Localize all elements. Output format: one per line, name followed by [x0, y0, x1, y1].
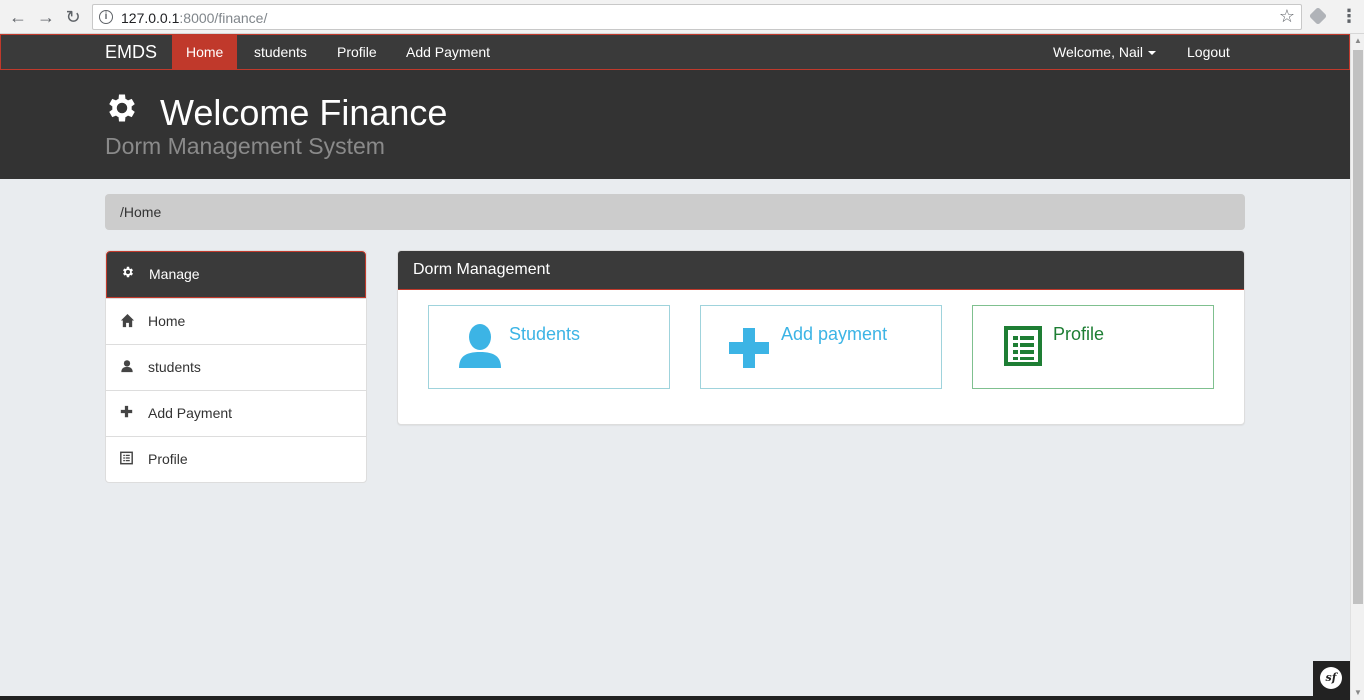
sidebar: Manage Home students Add Payment Profile — [105, 250, 367, 483]
list-icon — [1004, 326, 1042, 366]
page-subtitle: Dorm Management System — [105, 133, 385, 159]
address-bar[interactable]: i 127.0.0.1:8000/finance/ ☆ — [92, 4, 1302, 30]
url-host: 127.0.0.1 — [121, 10, 180, 26]
star-icon[interactable]: ☆ — [1279, 6, 1295, 27]
nav-profile[interactable]: Profile — [337, 35, 377, 69]
sidebar-item-home[interactable]: Home — [106, 298, 366, 344]
url-path: :8000/finance/ — [179, 10, 268, 26]
welcome-text: Welcome, Nail — [1053, 44, 1143, 60]
reload-icon[interactable]: ↻ — [63, 7, 83, 27]
sidebar-item-label: Profile — [148, 451, 188, 467]
browser-toolbar: ← → ↻ i 127.0.0.1:8000/finance/ ☆ ⋮ — [0, 0, 1364, 34]
nav-students[interactable]: students — [254, 35, 307, 69]
brand-link[interactable]: EMDS — [105, 35, 157, 69]
sidebar-heading: Manage — [106, 251, 366, 298]
breadcrumb[interactable]: /Home — [105, 194, 1245, 230]
sidebar-item-add-payment[interactable]: Add Payment — [106, 390, 366, 436]
extension-icon[interactable] — [1308, 6, 1328, 26]
profile-tile[interactable]: Profile — [972, 305, 1214, 389]
symfony-logo-icon: sf — [1320, 667, 1342, 689]
kebab-menu-icon[interactable]: ⋮ — [1340, 6, 1358, 26]
sidebar-item-students[interactable]: students — [106, 344, 366, 390]
user-icon — [121, 360, 133, 373]
dorm-management-panel: Dorm Management Students Add payment Pro… — [397, 250, 1245, 425]
page-header: Welcome Finance Dorm Management System — [0, 70, 1350, 179]
vertical-scrollbar[interactable]: ▲ ▼ — [1350, 34, 1364, 700]
gear-icon — [123, 266, 133, 278]
profile-tile-label: Profile — [1053, 324, 1105, 344]
sidebar-heading-label: Manage — [149, 266, 200, 282]
scroll-down-icon[interactable]: ▼ — [1351, 686, 1364, 700]
nav-add-payment[interactable]: Add Payment — [406, 35, 490, 69]
info-icon[interactable]: i — [99, 10, 113, 24]
top-navbar: EMDS Home students Profile Add Payment W… — [0, 34, 1350, 70]
students-tile-label: Students — [509, 324, 581, 344]
forward-arrow-icon[interactable]: → — [36, 7, 56, 27]
students-tile[interactable]: Students — [428, 305, 670, 389]
plus-icon — [729, 328, 769, 368]
gear-icon — [109, 94, 135, 122]
symfony-toolbar-toggle[interactable]: sf — [1313, 661, 1350, 696]
sidebar-item-label: Add Payment — [148, 405, 233, 421]
user-icon — [459, 324, 501, 368]
back-arrow-icon[interactable]: ← — [8, 7, 28, 27]
user-dropdown[interactable]: Welcome, Nail — [1053, 35, 1156, 69]
list-icon — [120, 451, 133, 465]
plus-icon — [120, 405, 133, 418]
caret-down-icon — [1148, 51, 1156, 56]
sidebar-item-label: students — [148, 359, 201, 375]
home-icon — [120, 313, 135, 328]
sidebar-item-profile[interactable]: Profile — [106, 436, 366, 482]
add-payment-tile[interactable]: Add payment — [700, 305, 942, 389]
sidebar-item-label: Home — [148, 313, 186, 329]
nav-home[interactable]: Home — [172, 35, 238, 69]
url-text[interactable]: 127.0.0.1:8000/finance/ — [121, 10, 267, 26]
scroll-up-icon[interactable]: ▲ — [1351, 34, 1364, 48]
bottom-bar — [0, 696, 1350, 700]
panel-heading: Dorm Management — [398, 251, 1244, 290]
scrollbar-thumb[interactable] — [1353, 50, 1363, 604]
add-payment-tile-label: Add payment — [781, 324, 888, 344]
page-title: Welcome Finance — [160, 92, 448, 133]
logout-link[interactable]: Logout — [1187, 35, 1230, 69]
